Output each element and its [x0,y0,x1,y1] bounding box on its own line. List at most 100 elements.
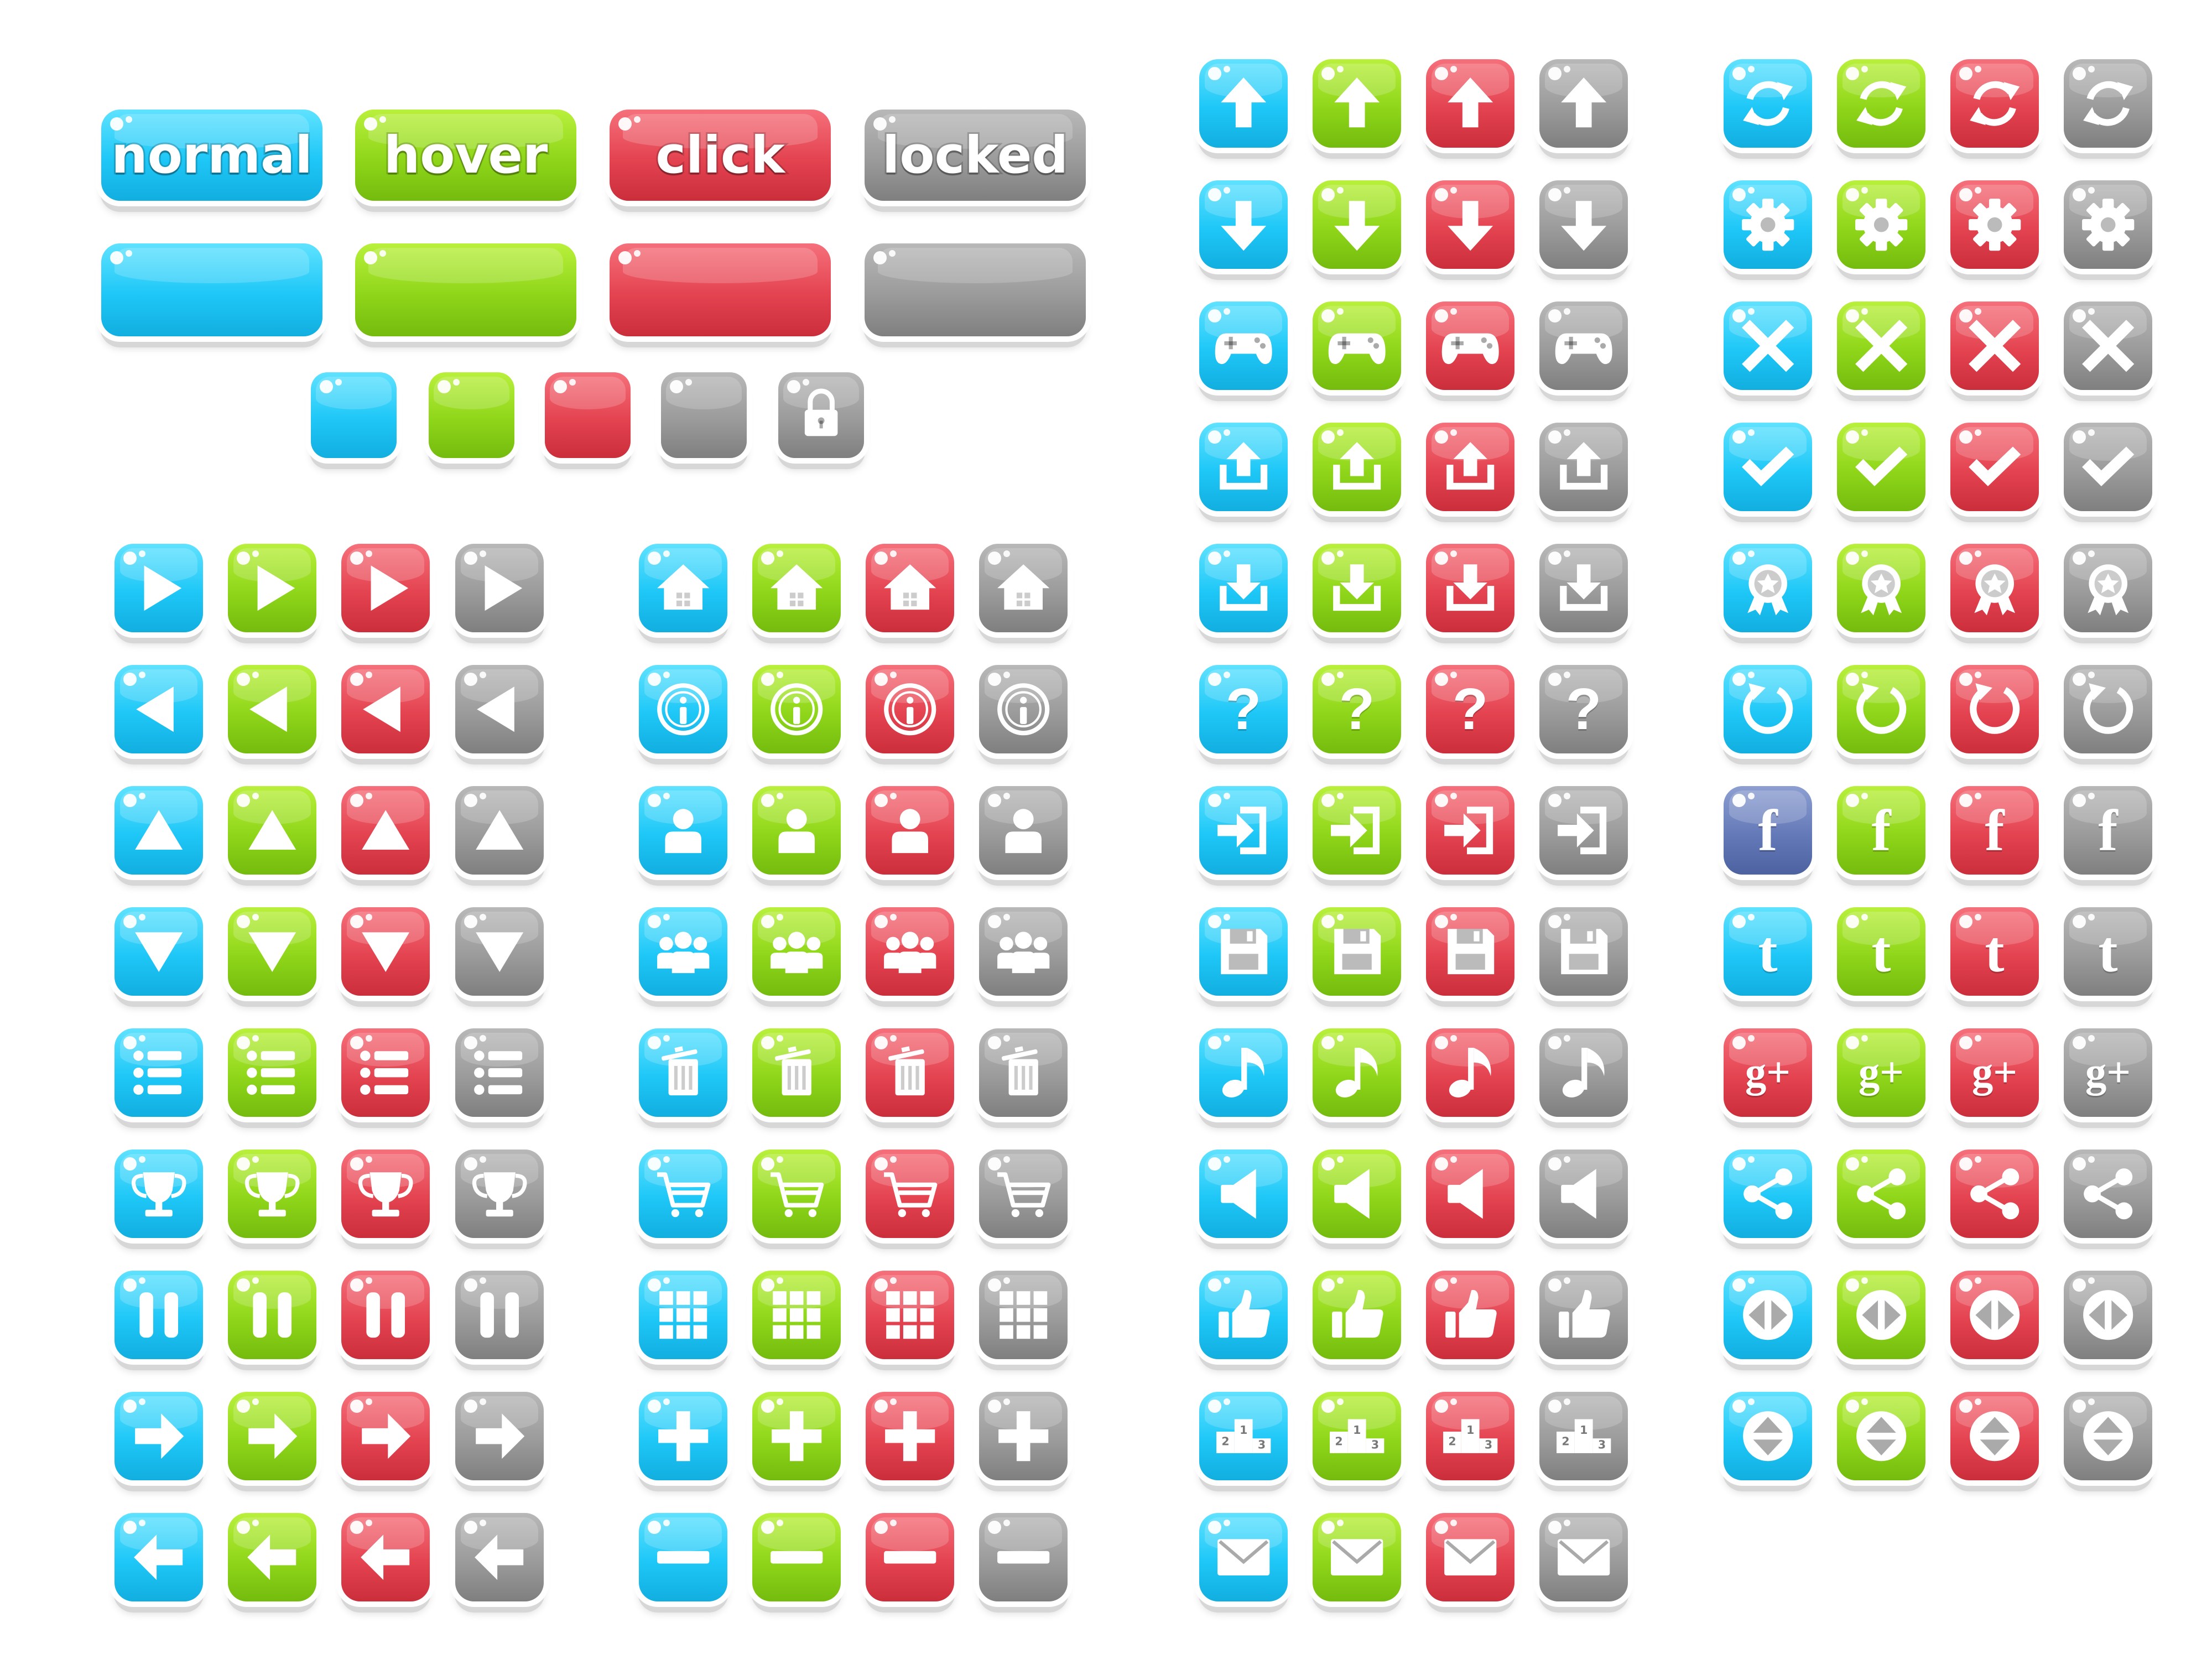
group-button-green[interactable] [752,907,841,996]
mail-button-green[interactable] [1313,1513,1401,1601]
cart-button-gray[interactable] [979,1150,1068,1238]
upload-button-green[interactable] [1313,423,1401,511]
refresh-button-red[interactable] [1950,59,2039,148]
mail-button-red[interactable] [1426,1513,1514,1601]
play-left-button-red[interactable] [341,665,430,753]
restart-button-gray[interactable] [2064,665,2152,753]
vertical-arrows-button-blue[interactable] [1724,1392,1812,1480]
volume-button-red[interactable] [1426,1150,1514,1238]
horizontal-arrows-button-gray[interactable] [2064,1271,2152,1359]
question-button-blue[interactable]: ? [1199,665,1288,753]
gamepad-button-blue[interactable] [1199,301,1288,390]
trophy-button-green[interactable] [228,1150,316,1238]
google-plus-button-gray[interactable]: g+ [2064,1028,2152,1117]
blank-square-button-blue[interactable] [311,372,397,458]
locked-square-button[interactable] [778,372,864,458]
google-plus-button-red[interactable]: g+ [1950,1028,2039,1117]
close-button-red[interactable] [1950,301,2039,390]
refresh-button-gray[interactable] [2064,59,2152,148]
music-button-green[interactable] [1313,1028,1401,1117]
play-right-button-red[interactable] [341,544,430,632]
plus-button-green[interactable] [752,1392,841,1480]
facebook-button-red[interactable]: f [1950,786,2039,875]
trash-button-blue[interactable] [639,1028,727,1117]
minus-button-gray[interactable] [979,1513,1068,1601]
upload-button-red[interactable] [1426,423,1514,511]
arrow-left-button-red[interactable] [341,1513,430,1601]
cart-button-blue[interactable] [639,1150,727,1238]
music-button-blue[interactable] [1199,1028,1288,1117]
podium-button-blue[interactable]: 213 [1199,1392,1288,1480]
share-button-green[interactable] [1837,1150,1925,1238]
list-button-red[interactable] [341,1028,430,1117]
volume-button-gray[interactable] [1539,1150,1628,1238]
list-button-gray[interactable] [455,1028,544,1117]
twitter-button-green[interactable]: t [1837,907,1925,996]
blank-wide-button-red[interactable] [610,243,831,336]
group-button-gray[interactable] [979,907,1068,996]
thumbs-up-button-gray[interactable] [1539,1271,1628,1359]
info-button-green[interactable] [752,665,841,753]
question-button-gray[interactable]: ? [1539,665,1628,753]
group-button-blue[interactable] [639,907,727,996]
volume-button-green[interactable] [1313,1150,1401,1238]
play-left-button-green[interactable] [228,665,316,753]
arrow-right-button-green[interactable] [228,1392,316,1480]
locked-button[interactable]: locked [865,110,1086,201]
horizontal-arrows-button-blue[interactable] [1724,1271,1812,1359]
save-button-gray[interactable] [1539,907,1628,996]
triangle-down-button-red[interactable] [341,907,430,996]
play-left-button-blue[interactable] [114,665,203,753]
info-button-gray[interactable] [979,665,1068,753]
twitter-button-gray[interactable]: t [2064,907,2152,996]
refresh-button-green[interactable] [1837,59,1925,148]
arrow-up-button-red[interactable] [1426,59,1514,148]
gear-button-red[interactable] [1950,180,2039,269]
thumbs-up-button-green[interactable] [1313,1271,1401,1359]
pause-button-red[interactable] [341,1271,430,1359]
arrow-up-button-green[interactable] [1313,59,1401,148]
vertical-arrows-button-gray[interactable] [2064,1392,2152,1480]
grid-button-gray[interactable] [979,1271,1068,1359]
trash-button-red[interactable] [866,1028,954,1117]
arrow-up-button-blue[interactable] [1199,59,1288,148]
arrow-down-button-green[interactable] [1313,180,1401,269]
arrow-up-button-gray[interactable] [1539,59,1628,148]
blank-square-button-red[interactable] [545,372,631,458]
triangle-up-button-blue[interactable] [114,786,203,875]
pause-button-green[interactable] [228,1271,316,1359]
refresh-button-blue[interactable] [1724,59,1812,148]
blank-square-button-green[interactable] [429,372,514,458]
pause-button-gray[interactable] [455,1271,544,1359]
click-button[interactable]: click [610,110,831,201]
facebook-button-green[interactable]: f [1837,786,1925,875]
podium-button-green[interactable]: 213 [1313,1392,1401,1480]
google-plus-button-blue[interactable]: g+ [1724,1028,1812,1117]
gamepad-button-green[interactable] [1313,301,1401,390]
check-button-blue[interactable] [1724,423,1812,511]
minus-button-red[interactable] [866,1513,954,1601]
normal-button[interactable]: normal [101,110,322,201]
hover-button[interactable]: hover [355,110,576,201]
user-button-red[interactable] [866,786,954,875]
close-button-gray[interactable] [2064,301,2152,390]
play-right-button-blue[interactable] [114,544,203,632]
trophy-button-gray[interactable] [455,1150,544,1238]
pause-button-blue[interactable] [114,1271,203,1359]
twitter-button-blue[interactable]: t [1724,907,1812,996]
list-button-green[interactable] [228,1028,316,1117]
restart-button-red[interactable] [1950,665,2039,753]
google-plus-button-green[interactable]: g+ [1837,1028,1925,1117]
podium-button-red[interactable]: 213 [1426,1392,1514,1480]
question-button-red[interactable]: ? [1426,665,1514,753]
arrow-down-button-blue[interactable] [1199,180,1288,269]
login-button-red[interactable] [1426,786,1514,875]
trash-button-green[interactable] [752,1028,841,1117]
cart-button-red[interactable] [866,1150,954,1238]
cart-button-green[interactable] [752,1150,841,1238]
grid-button-green[interactable] [752,1271,841,1359]
home-button-green[interactable] [752,544,841,632]
horizontal-arrows-button-red[interactable] [1950,1271,2039,1359]
user-button-gray[interactable] [979,786,1068,875]
triangle-up-button-red[interactable] [341,786,430,875]
